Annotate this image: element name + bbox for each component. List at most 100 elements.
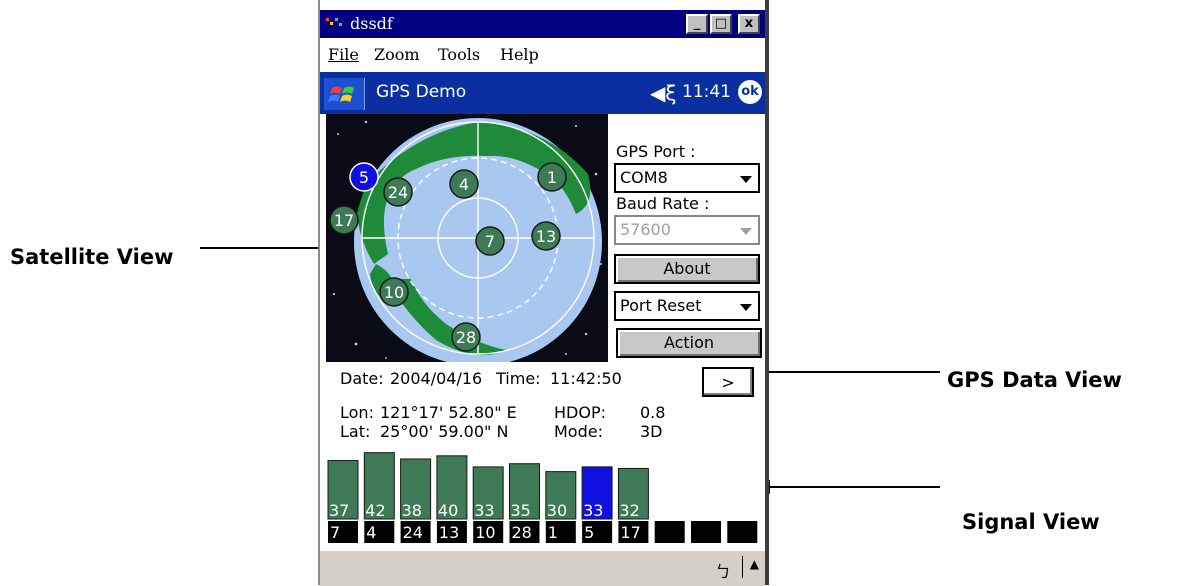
command-bar: ㄅ ▲ (320, 550, 765, 586)
menu-zoom[interactable]: Zoom (374, 45, 420, 64)
app-icon (326, 18, 342, 26)
satellite-id-box (727, 521, 758, 543)
close-button[interactable]: x (738, 14, 760, 34)
baud-rate-value: 57600 (620, 220, 671, 239)
satellite-id-label: 1 (548, 523, 558, 542)
signal-strength-label: 33 (474, 501, 494, 520)
port-reset-value: Port Reset (620, 296, 702, 315)
lon-label: Lon: (340, 403, 374, 422)
signal-strength-label: 32 (619, 501, 639, 520)
svg-text:4: 4 (459, 175, 469, 194)
input-panel-icon[interactable]: ㄅ (715, 558, 731, 582)
satellite-id-label: 13 (439, 523, 459, 542)
maximize-button[interactable]: □ (710, 14, 732, 34)
menu-tools[interactable]: Tools (438, 45, 480, 64)
menu-help[interactable]: Help (500, 45, 539, 64)
satellite-marker-7: 7 (475, 226, 505, 256)
svg-text:7: 7 (485, 232, 495, 251)
more-data-button[interactable]: > (702, 367, 754, 397)
gps-port-label: GPS Port : (616, 142, 696, 161)
satellite-id-label: 5 (584, 523, 594, 542)
satellite-marker-1: 1 (537, 162, 567, 192)
signal-strength-label: 38 (402, 501, 422, 520)
minimize-button[interactable]: _ (686, 14, 708, 34)
satellite-id-label: 17 (620, 523, 640, 542)
signal-strength-label: 37 (329, 501, 349, 520)
signal-bar-group: 424 (363, 452, 395, 543)
signal-bar-group: 3528 (509, 463, 540, 543)
satellite-marker-10: 10 (379, 277, 409, 307)
window-title: dssdf (350, 14, 393, 33)
about-button[interactable]: About (614, 254, 760, 284)
sip-arrow-icon[interactable]: ▲ (750, 557, 759, 571)
signal-bar-group: 4013 (436, 455, 468, 543)
baud-rate-label: Baud Rate : (616, 194, 710, 213)
satellite-view-label: Satellite View (10, 245, 174, 269)
signal-view-pointer (770, 486, 940, 488)
mode-value: 3D (640, 422, 663, 441)
satellite-marker-28: 28 (451, 322, 481, 352)
signal-bar-group: 377 (327, 460, 359, 543)
gps-data-view-pointer (744, 371, 940, 373)
dropdown-arrow-icon (740, 304, 752, 311)
satellite-marker-4: 4 (449, 169, 479, 199)
start-button[interactable] (324, 78, 365, 110)
windows-flag-icon (328, 86, 354, 102)
satellite-marker-24: 24 (383, 177, 413, 207)
signal-bar-group: 3217 (617, 467, 649, 543)
signal-view: 37742438244013331035283013353217 (327, 452, 758, 543)
signal-bar-group: 3824 (400, 458, 432, 543)
signal-bar-group (691, 521, 721, 543)
svg-text:17: 17 (334, 211, 354, 230)
time-value: 11:42:50 (550, 369, 622, 388)
speaker-icon[interactable]: ◀ξ (650, 81, 677, 105)
signal-bar-group: 335 (581, 466, 613, 543)
satellite-id-label: 7 (330, 523, 340, 542)
dropdown-arrow-icon (740, 176, 752, 183)
pda-screen: dssdf _ □ x File Zoom Tools Help GPS Dem… (318, 0, 769, 586)
lat-value: 25°00' 59.00" N (380, 422, 509, 441)
signal-strength-label: 35 (511, 501, 531, 520)
baud-rate-select[interactable]: 57600 (614, 215, 760, 245)
gps-port-value: COM8 (620, 168, 668, 187)
lat-label: Lat: (340, 422, 371, 441)
pocketpc-taskbar: GPS Demo ◀ξ 11:41 ok (320, 72, 765, 114)
frame-right (765, 0, 769, 585)
svg-text:24: 24 (388, 183, 408, 202)
satellite-id-label: 24 (403, 523, 423, 542)
program-title: GPS Demo (376, 82, 467, 102)
date-label: Date: (340, 369, 384, 388)
menu-file[interactable]: File (328, 45, 359, 64)
signal-strength-label: 42 (365, 501, 385, 520)
clock[interactable]: 11:41 (682, 82, 731, 102)
satellite-marker-13: 13 (531, 221, 561, 251)
signal-view-label: Signal View (962, 510, 1100, 534)
satellite-marker-17: 17 (329, 205, 359, 235)
signal-strength-label: 30 (547, 501, 567, 520)
svg-text:10: 10 (384, 283, 404, 302)
window-titlebar: dssdf _ □ x (320, 10, 765, 38)
signal-bar-group (654, 521, 685, 543)
signal-bar-group: 301 (545, 471, 577, 543)
gps-data-view-label: GPS Data View (947, 368, 1122, 392)
svg-text:13: 13 (536, 227, 556, 246)
action-button[interactable]: Action (616, 328, 762, 358)
satellite-id-label: 4 (366, 523, 376, 542)
satellite-view: 5 24 4 1 17 7 13 10 28 (326, 114, 608, 362)
satellite-id-label: 10 (475, 523, 495, 542)
menu-bar: File Zoom Tools Help (320, 40, 765, 70)
dropdown-arrow-icon (740, 228, 752, 235)
port-reset-select[interactable]: Port Reset (614, 291, 760, 321)
time-label: Time: (496, 369, 541, 388)
svg-text:28: 28 (456, 328, 476, 347)
date-value: 2004/04/16 (390, 369, 483, 388)
svg-text:5: 5 (359, 168, 369, 187)
lon-value: 121°17' 52.80" E (380, 403, 517, 422)
satellite-marker-5: 5 (349, 162, 379, 192)
signal-strength-label: 40 (438, 501, 458, 520)
signal-bar-group: 3310 (472, 466, 504, 543)
ok-button[interactable]: ok (738, 80, 762, 104)
signal-strength-label: 33 (583, 501, 603, 520)
gps-port-select[interactable]: COM8 (614, 163, 760, 193)
hdop-value: 0.8 (640, 403, 666, 422)
